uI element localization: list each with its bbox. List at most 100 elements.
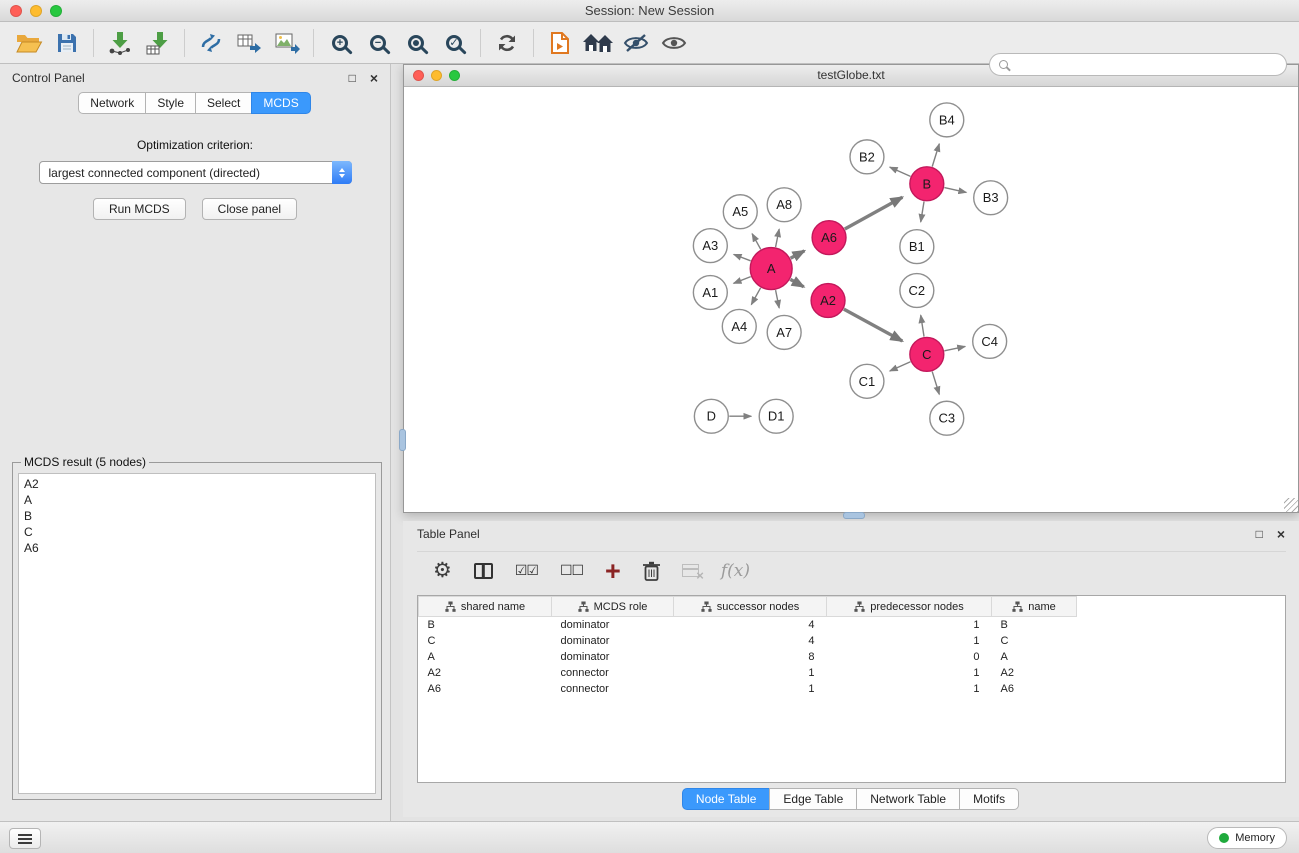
export-image-button[interactable] bbox=[268, 26, 306, 60]
tab-mcds[interactable]: MCDS bbox=[251, 92, 310, 114]
graph-node-C4[interactable]: C4 bbox=[973, 324, 1007, 358]
graph-node-A1[interactable]: A1 bbox=[693, 276, 727, 310]
table-row[interactable]: Adominator80A bbox=[419, 649, 1286, 665]
cell-mcds-role[interactable]: dominator bbox=[552, 633, 674, 649]
open-doc-button[interactable] bbox=[541, 26, 579, 60]
deselect-all-button[interactable]: ☐☐ bbox=[560, 556, 583, 586]
edge-C-C4[interactable] bbox=[944, 346, 965, 350]
add-column-button[interactable]: + bbox=[605, 556, 621, 586]
edge-A-A5[interactable] bbox=[752, 234, 761, 250]
cell-successor-nodes[interactable]: 4 bbox=[674, 617, 827, 633]
tab-select[interactable]: Select bbox=[195, 92, 252, 114]
cell-shared-name[interactable]: A6 bbox=[419, 681, 552, 697]
edge-C-C2[interactable] bbox=[921, 315, 924, 336]
cell-predecessor-nodes[interactable]: 1 bbox=[827, 681, 992, 697]
select-all-button[interactable]: ☑☑ bbox=[515, 556, 538, 586]
edge-A-A1[interactable] bbox=[734, 277, 751, 284]
table-tab-edge-table[interactable]: Edge Table bbox=[769, 788, 857, 810]
graph-node-D[interactable]: D bbox=[694, 399, 728, 433]
table-row[interactable]: Bdominator41B bbox=[419, 617, 1286, 633]
table-row[interactable]: A2connector11A2 bbox=[419, 665, 1286, 681]
graph-node-D1[interactable]: D1 bbox=[759, 399, 793, 433]
table-tab-network-table[interactable]: Network Table bbox=[856, 788, 960, 810]
cell-mcds-role[interactable]: dominator bbox=[552, 617, 674, 633]
search-input[interactable] bbox=[1013, 54, 1286, 75]
cell-predecessor-nodes[interactable]: 1 bbox=[827, 665, 992, 681]
edge-A-A4[interactable] bbox=[751, 288, 760, 305]
edge-B-B2[interactable] bbox=[890, 167, 911, 176]
refresh-button[interactable] bbox=[488, 26, 526, 60]
cell-successor-nodes[interactable]: 8 bbox=[674, 649, 827, 665]
float-panel-icon[interactable]: □ bbox=[349, 72, 356, 84]
column-header-shared-name[interactable]: shared name bbox=[419, 597, 552, 617]
graph-node-A2[interactable]: A2 bbox=[811, 284, 845, 318]
graph-node-B4[interactable]: B4 bbox=[930, 103, 964, 137]
panel-divider-handle-horizontal[interactable] bbox=[843, 512, 865, 519]
mcds-result-list[interactable]: A2ABCA6 bbox=[18, 473, 376, 794]
cell-name[interactable]: A2 bbox=[992, 665, 1077, 681]
export-network-button[interactable] bbox=[192, 26, 230, 60]
graph-node-A6[interactable]: A6 bbox=[812, 221, 846, 255]
cell-successor-nodes[interactable]: 1 bbox=[674, 681, 827, 697]
edge-A-A2[interactable] bbox=[790, 279, 803, 286]
edge-A-A6[interactable] bbox=[791, 251, 805, 258]
graph-node-A3[interactable]: A3 bbox=[693, 229, 727, 263]
table-row[interactable]: A6connector11A6 bbox=[419, 681, 1286, 697]
close-window-icon[interactable] bbox=[10, 5, 22, 17]
cell-successor-nodes[interactable]: 1 bbox=[674, 665, 827, 681]
column-header-predecessor-nodes[interactable]: predecessor nodes bbox=[827, 597, 992, 617]
cell-predecessor-nodes[interactable]: 1 bbox=[827, 633, 992, 649]
run-mcds-button[interactable]: Run MCDS bbox=[93, 198, 186, 220]
graph-node-A8[interactable]: A8 bbox=[767, 188, 801, 222]
cell-mcds-role[interactable]: connector bbox=[552, 681, 674, 697]
table-tab-node-table[interactable]: Node Table bbox=[682, 788, 771, 810]
close-network-icon[interactable] bbox=[413, 70, 424, 81]
graph-node-A4[interactable]: A4 bbox=[722, 309, 756, 343]
graph-node-B[interactable]: B bbox=[910, 167, 944, 201]
panel-divider-handle-vertical[interactable] bbox=[399, 429, 406, 451]
graph-node-A[interactable]: A bbox=[750, 248, 792, 290]
edge-A6-B[interactable] bbox=[845, 197, 903, 229]
zoom-selected-button[interactable]: ✓ bbox=[435, 26, 473, 60]
mcds-result-item[interactable]: A6 bbox=[24, 540, 370, 556]
edge-B-B1[interactable] bbox=[921, 202, 924, 222]
zoom-in-button[interactable]: + bbox=[321, 26, 359, 60]
cell-shared-name[interactable]: C bbox=[419, 633, 552, 649]
cell-shared-name[interactable]: A bbox=[419, 649, 552, 665]
cell-mcds-role[interactable]: dominator bbox=[552, 649, 674, 665]
import-network-button[interactable] bbox=[101, 26, 139, 60]
graph-node-B3[interactable]: B3 bbox=[974, 181, 1008, 215]
import-table-button[interactable] bbox=[139, 26, 177, 60]
graph-node-B1[interactable]: B1 bbox=[900, 230, 934, 264]
delete-table-button[interactable] bbox=[682, 556, 699, 586]
close-panel-button[interactable]: Close panel bbox=[202, 198, 297, 220]
cell-name[interactable]: A bbox=[992, 649, 1077, 665]
edge-C-C3[interactable] bbox=[932, 372, 939, 395]
zoom-fit-button[interactable] bbox=[397, 26, 435, 60]
network-canvas[interactable]: B4B2BB3A5A8A6B1A3AC2A1A2A4A7C4CC1C3DD1 bbox=[404, 87, 1298, 512]
table-tab-motifs[interactable]: Motifs bbox=[959, 788, 1019, 810]
cell-predecessor-nodes[interactable]: 1 bbox=[827, 617, 992, 633]
tab-network[interactable]: Network bbox=[78, 92, 146, 114]
graph-node-A7[interactable]: A7 bbox=[767, 315, 801, 349]
save-session-button[interactable] bbox=[48, 26, 86, 60]
hide-graphics-button[interactable] bbox=[617, 26, 655, 60]
tab-style[interactable]: Style bbox=[145, 92, 196, 114]
home-button[interactable] bbox=[579, 26, 617, 60]
table-row[interactable]: Cdominator41C bbox=[419, 633, 1286, 649]
edge-A-A3[interactable] bbox=[734, 254, 751, 260]
zoom-network-icon[interactable] bbox=[449, 70, 460, 81]
float-table-panel-icon[interactable]: □ bbox=[1256, 528, 1263, 540]
mcds-result-item[interactable]: A2 bbox=[24, 476, 370, 492]
edge-A-A8[interactable] bbox=[776, 229, 780, 247]
graph-node-C[interactable]: C bbox=[910, 337, 944, 371]
graph-node-C1[interactable]: C1 bbox=[850, 364, 884, 398]
export-table-button[interactable] bbox=[230, 26, 268, 60]
graph-node-C2[interactable]: C2 bbox=[900, 274, 934, 308]
cell-name[interactable]: A6 bbox=[992, 681, 1077, 697]
cell-predecessor-nodes[interactable]: 0 bbox=[827, 649, 992, 665]
cell-shared-name[interactable]: B bbox=[419, 617, 552, 633]
graph-node-C3[interactable]: C3 bbox=[930, 401, 964, 435]
show-panels-button[interactable] bbox=[9, 828, 41, 849]
mcds-result-item[interactable]: B bbox=[24, 508, 370, 524]
